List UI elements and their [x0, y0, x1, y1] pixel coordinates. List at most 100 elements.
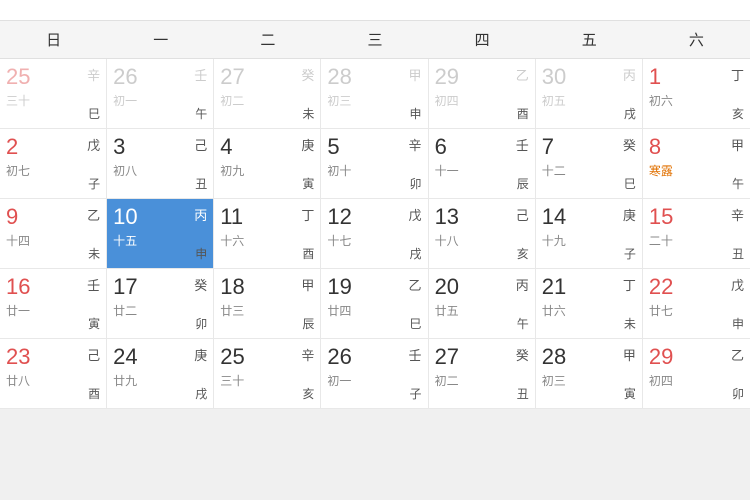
lunar-date: 初二	[220, 92, 314, 109]
weekday-label: 六	[643, 21, 750, 58]
calendar-day[interactable]: 18甲廿三辰	[214, 269, 321, 339]
lunar-date: 二十	[649, 232, 744, 249]
day-number: 6	[435, 134, 529, 160]
day-number: 16	[6, 274, 100, 300]
day-number: 25	[220, 344, 314, 370]
heavenly-stem: 乙	[516, 65, 529, 84]
day-number: 17	[113, 274, 207, 300]
calendar-day[interactable]: 20丙廿五午	[429, 269, 536, 339]
calendar-day[interactable]: 23己廿八酉	[0, 339, 107, 409]
day-number: 18	[220, 274, 314, 300]
earthly-branch: 子	[410, 385, 422, 402]
day-number: 12	[327, 204, 421, 230]
calendar-day[interactable]: 8甲寒露午	[643, 129, 750, 199]
calendar-day[interactable]: 5辛初十卯	[321, 129, 428, 199]
earthly-branch: 亥	[732, 105, 744, 122]
calendar-day[interactable]: 2戊初七子	[0, 129, 107, 199]
calendar-day[interactable]: 12戊十七戌	[321, 199, 428, 269]
lunar-date: 初八	[113, 162, 207, 179]
calendar-day[interactable]: 7癸十二巳	[536, 129, 643, 199]
earthly-branch: 子	[88, 175, 100, 192]
weekday-label: 三	[321, 21, 428, 58]
heavenly-stem: 甲	[623, 345, 636, 364]
heavenly-stem: 甲	[409, 65, 422, 84]
day-number: 28	[542, 344, 636, 370]
heavenly-stem: 丙	[194, 205, 207, 224]
earthly-branch: 巳	[88, 105, 100, 122]
calendar-day[interactable]: 3己初八丑	[107, 129, 214, 199]
calendar-day[interactable]: 27癸初二未	[214, 59, 321, 129]
calendar-day[interactable]: 19乙廿四巳	[321, 269, 428, 339]
heavenly-stem: 己	[194, 135, 207, 154]
calendar-day[interactable]: 9乙十四未	[0, 199, 107, 269]
lunar-date: 初十	[327, 162, 421, 179]
calendar-day[interactable]: 15辛二十丑	[643, 199, 750, 269]
heavenly-stem: 辛	[731, 205, 744, 224]
heavenly-stem: 癸	[516, 345, 529, 364]
lunar-date: 初三	[542, 372, 636, 389]
calendar-day[interactable]: 30丙初五戌	[536, 59, 643, 129]
day-number: 13	[435, 204, 529, 230]
calendar-day[interactable]: 27癸初二丑	[429, 339, 536, 409]
calendar-day[interactable]: 11丁十六酉	[214, 199, 321, 269]
calendar-day[interactable]: 6壬十一辰	[429, 129, 536, 199]
calendar-day[interactable]: 17癸廿二卯	[107, 269, 214, 339]
heavenly-stem: 乙	[731, 345, 744, 364]
earthly-branch: 巳	[624, 175, 636, 192]
weekday-label: 二	[214, 21, 321, 58]
weekday-label: 五	[536, 21, 643, 58]
weekday-label: 日	[0, 21, 107, 58]
heavenly-stem: 甲	[731, 135, 744, 154]
calendar-day[interactable]: 22戊廿七申	[643, 269, 750, 339]
calendar-day[interactable]: 1丁初六亥	[643, 59, 750, 129]
weekday-label: 一	[107, 21, 214, 58]
earthly-branch: 卯	[410, 175, 422, 192]
day-number: 27	[435, 344, 529, 370]
calendar-day[interactable]: 26壬初一子	[321, 339, 428, 409]
lunar-date: 初七	[6, 162, 100, 179]
earthly-branch: 寅	[302, 175, 314, 192]
earthly-branch: 午	[732, 175, 744, 192]
earthly-branch: 戌	[195, 385, 207, 402]
calendar-day[interactable]: 24庚廿九戌	[107, 339, 214, 409]
lunar-date: 初一	[113, 92, 207, 109]
lunar-date: 初三	[327, 92, 421, 109]
calendar-day[interactable]: 14庚十九子	[536, 199, 643, 269]
calendar-day[interactable]: 29乙初四卯	[643, 339, 750, 409]
calendar-day[interactable]: 16壬廿一寅	[0, 269, 107, 339]
earthly-branch: 寅	[624, 385, 636, 402]
day-number: 26	[113, 64, 207, 90]
lunar-date: 初二	[435, 372, 529, 389]
calendar-day[interactable]: 4庚初九寅	[214, 129, 321, 199]
day-number: 30	[542, 64, 636, 90]
earthly-branch: 酉	[517, 105, 529, 122]
day-number: 22	[649, 274, 744, 300]
lunar-date: 十二	[542, 162, 636, 179]
heavenly-stem: 癸	[623, 135, 636, 154]
day-number: 4	[220, 134, 314, 160]
earthly-branch: 卯	[195, 315, 207, 332]
lunar-date: 十七	[327, 232, 421, 249]
day-number: 1	[649, 64, 744, 90]
lunar-date: 十八	[435, 232, 529, 249]
heavenly-stem: 庚	[194, 345, 207, 364]
day-number: 24	[113, 344, 207, 370]
calendar-day[interactable]: 13己十八亥	[429, 199, 536, 269]
calendar-day[interactable]: 28甲初三寅	[536, 339, 643, 409]
day-number: 5	[327, 134, 421, 160]
earthly-branch: 辰	[302, 315, 314, 332]
calendar-day[interactable]: 25辛三十巳	[0, 59, 107, 129]
day-number: 7	[542, 134, 636, 160]
calendar-day[interactable]: 25辛三十亥	[214, 339, 321, 409]
calendar-day[interactable]: 26壬初一午	[107, 59, 214, 129]
calendar-day[interactable]: 29乙初四酉	[429, 59, 536, 129]
calendar-day[interactable]: 10丙十五申	[107, 199, 214, 269]
calendar-day[interactable]: 21丁廿六未	[536, 269, 643, 339]
earthly-branch: 辰	[517, 175, 529, 192]
calendar-day[interactable]: 28甲初三申	[321, 59, 428, 129]
heavenly-stem: 壬	[409, 345, 422, 364]
lunar-date: 十一	[435, 162, 529, 179]
lunar-date: 初六	[649, 92, 744, 109]
day-number: 2	[6, 134, 100, 160]
calendar-grid: 25辛三十巳26壬初一午27癸初二未28甲初三申29乙初四酉30丙初五戌1丁初六…	[0, 59, 750, 409]
